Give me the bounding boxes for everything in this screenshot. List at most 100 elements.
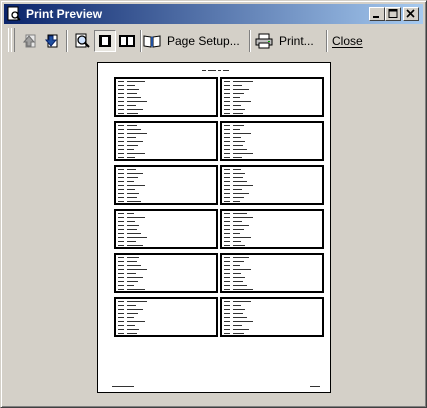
print-button[interactable]: Print... [255,29,314,53]
close-icon [406,9,415,18]
label-text-line [224,221,230,222]
close-preview-button[interactable]: Close [332,29,363,53]
label-text-line [224,129,230,130]
minimize-button[interactable] [369,7,385,21]
next-page-icon [44,34,58,48]
label-text-line [224,145,230,146]
label-text-line [127,89,139,90]
one-page-button[interactable] [94,30,116,52]
maximize-button[interactable] [385,7,401,21]
label-preview [220,121,324,161]
label-text-line [118,85,124,86]
label-text-line [233,285,247,286]
label-text-line [127,153,145,154]
label-text-line [127,217,145,218]
label-text-line [127,141,143,142]
label-text-line [233,325,242,326]
two-pages-button[interactable] [116,30,138,52]
label-text-line [233,109,245,110]
label-text-line [127,185,145,186]
close-window-button[interactable] [403,7,419,21]
label-text-line [224,321,230,322]
label-text-line [233,113,243,114]
label-text-line [233,97,240,98]
label-preview [114,165,218,205]
label-text-line [224,333,230,334]
label-text-line [127,201,141,202]
label-text-line [118,217,124,218]
label-text-line [118,305,124,306]
label-text-line [118,153,124,154]
label-text-line [224,265,230,266]
label-text-line [224,189,230,190]
label-text-line [224,261,230,262]
label-text-line [224,269,230,270]
label-text-line [127,197,137,198]
label-preview [114,77,218,117]
label-text-line [118,257,124,258]
label-text-line [224,213,230,214]
label-text-line [118,81,124,82]
toolbar-grip[interactable] [11,28,15,52]
label-text-line [118,213,124,214]
previous-page-button[interactable] [19,30,41,52]
label-text-line [127,265,141,266]
label-text-line [224,217,230,218]
label-text-line [233,233,240,234]
label-text-line [127,113,138,114]
label-text-line [118,261,124,262]
label-text-line [224,201,230,202]
label-text-line [127,237,147,238]
label-preview [220,253,324,293]
next-page-button[interactable] [41,30,63,52]
label-text-line [224,301,230,302]
label-text-line [224,97,230,98]
label-text-line [233,273,241,274]
label-text-line [118,137,124,138]
label-text-line [233,141,245,142]
label-text-line [127,333,137,334]
toolbar-separator [249,30,251,52]
page-footer-left [112,386,134,387]
book-icon [143,34,161,48]
label-text-line [233,201,240,202]
label-text-line [127,101,147,102]
print-label: Print... [279,34,314,48]
label-text-line [224,177,230,178]
label-text-line [233,185,253,186]
label-text-line [118,245,124,246]
label-text-line [127,169,136,170]
label-text-line [224,157,230,158]
label-text-line [127,233,141,234]
label-text-line [233,217,253,218]
preview-page[interactable] [97,62,331,393]
label-text-line [224,245,230,246]
label-preview [220,297,324,337]
label-text-line [233,241,241,242]
label-text-line [224,125,230,126]
label-text-line [127,229,137,230]
label-text-line [118,277,124,278]
label-text-line [224,237,230,238]
page-setup-button[interactable]: Page Setup... [143,29,240,53]
title-bar[interactable]: Print Preview [4,4,423,24]
two-pages-icon [119,35,135,47]
label-text-line [127,301,147,302]
label-text-line [118,321,124,322]
label-text-line [224,257,230,258]
label-text-line [118,237,124,238]
label-text-line [233,93,244,94]
label-text-line [233,221,242,222]
close-label: Close [332,34,363,48]
label-text-line [233,137,241,138]
label-text-line [118,185,124,186]
label-text-line [224,329,230,330]
label-text-line [118,329,124,330]
label-text-line [127,285,134,286]
label-text-line [224,317,230,318]
label-text-line [224,169,230,170]
label-text-line [127,257,139,258]
label-text-line [224,113,230,114]
label-text-line [127,85,135,86]
zoom-button[interactable] [71,30,93,52]
